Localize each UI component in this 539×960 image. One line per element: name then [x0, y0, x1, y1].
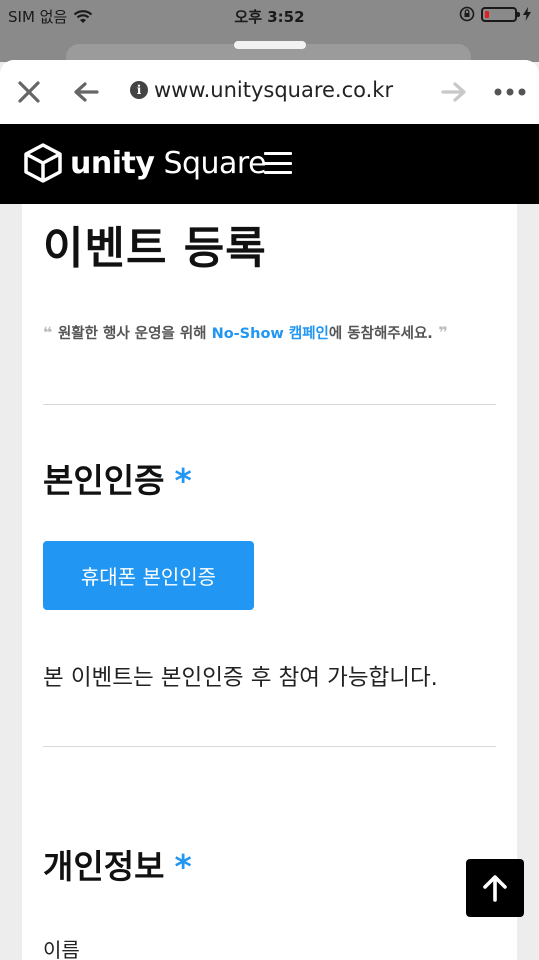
unity-cube-icon: [24, 143, 62, 183]
browser-sheet: i www.unitysquare.co.kr unity Square 이벤트: [0, 60, 539, 960]
event-form-card: 이벤트 등록 ❝ 원활한 행사 운영을 위해 No-Show 캠페인에 동참해주…: [22, 204, 517, 960]
identity-section-heading: 본인인증 *: [43, 461, 192, 500]
open-quote-icon: ❝: [43, 323, 58, 342]
logo-wordmark: unity Square: [70, 145, 267, 181]
arrow-up-icon: [483, 875, 507, 902]
more-button[interactable]: [492, 74, 528, 110]
close-button[interactable]: [11, 74, 47, 110]
forward-arrow-icon: [441, 82, 466, 102]
browser-toolbar: i www.unitysquare.co.kr: [0, 60, 539, 124]
orientation-lock-icon: [459, 6, 475, 22]
divider: [43, 404, 496, 405]
scroll-to-top-button[interactable]: [466, 859, 524, 917]
phone-verify-button[interactable]: 휴대폰 본인인증: [43, 541, 254, 610]
personal-info-section-heading: 개인정보 *: [43, 847, 192, 886]
required-mark: *: [174, 461, 192, 500]
info-icon[interactable]: i: [130, 81, 148, 99]
sheet-grabber[interactable]: [234, 41, 306, 49]
name-field-label: 이름: [43, 938, 80, 960]
status-right: [459, 6, 531, 22]
site-header: unity Square: [0, 124, 539, 204]
battery-icon: [481, 6, 520, 22]
charging-bolt-icon: [523, 7, 531, 21]
no-show-notice: ❝ 원활한 행사 운영을 위해 No-Show 캠페인에 동참해주세요. ❞: [43, 323, 448, 342]
back-button[interactable]: [68, 74, 104, 110]
no-show-campaign-link[interactable]: No-Show 캠페인: [212, 326, 329, 342]
more-icon: [494, 88, 526, 96]
unity-logo[interactable]: unity Square: [22, 142, 267, 184]
verification-notice: 본 이벤트는 본인인증 후 참여 가능합니다.: [43, 665, 438, 691]
required-mark: *: [174, 847, 192, 886]
status-bar: SIM 없음 오후 3:52: [0, 0, 539, 32]
close-icon: [18, 81, 40, 103]
page-title: 이벤트 등록: [43, 223, 267, 274]
forward-button[interactable]: [436, 74, 472, 110]
close-quote-icon: ❞: [432, 323, 448, 342]
address-bar[interactable]: i www.unitysquare.co.kr: [130, 78, 393, 102]
hamburger-menu-icon[interactable]: [264, 152, 292, 174]
divider: [43, 746, 496, 747]
back-arrow-icon: [74, 82, 99, 102]
url-text: www.unitysquare.co.kr: [154, 78, 394, 102]
